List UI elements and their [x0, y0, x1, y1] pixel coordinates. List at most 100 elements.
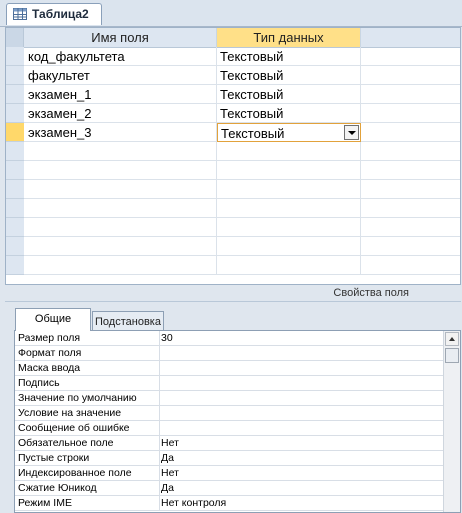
table-row[interactable]: экзамен_2 Текстовый	[6, 104, 460, 123]
row-selector[interactable]	[6, 199, 24, 218]
row-selector[interactable]	[6, 104, 24, 123]
property-value[interactable]: Да	[161, 481, 441, 496]
property-name: Размер поля	[18, 331, 160, 346]
field-name-cell[interactable]	[24, 237, 217, 256]
property-value[interactable]: Да	[161, 451, 441, 466]
field-name-cell[interactable]: экзамен_2	[24, 104, 217, 123]
data-type-cell[interactable]: Текстовый	[217, 85, 361, 104]
property-value[interactable]: Нет	[161, 466, 441, 481]
data-type-cell[interactable]	[217, 218, 361, 237]
property-value[interactable]	[161, 346, 441, 361]
field-name-cell[interactable]	[24, 142, 217, 161]
table-row[interactable]: экзамен_1 Текстовый	[6, 85, 460, 104]
description-cell[interactable]	[361, 161, 460, 180]
table-row[interactable]: факультет Текстовый	[6, 66, 460, 85]
property-name: Индексированное поле	[18, 466, 160, 481]
property-value[interactable]: 30	[161, 331, 441, 346]
data-type-cell[interactable]	[217, 237, 361, 256]
grid-corner[interactable]	[6, 28, 24, 47]
description-cell[interactable]	[361, 66, 460, 85]
property-row[interactable]: Обязательное поле Нет	[15, 436, 443, 451]
table-row-current[interactable]: экзамен_3 Текстовый	[6, 123, 460, 142]
field-name-cell[interactable]: экзамен_3	[24, 123, 217, 142]
field-name-cell[interactable]: факультет	[24, 66, 217, 85]
data-type-cell[interactable]	[217, 142, 361, 161]
row-selector[interactable]	[6, 180, 24, 199]
row-selector[interactable]	[6, 256, 24, 275]
property-row[interactable]: Маска ввода	[15, 361, 443, 376]
property-name: Режим IME	[18, 496, 160, 511]
property-row[interactable]: Индексированное поле Нет	[15, 466, 443, 481]
row-selector[interactable]	[6, 161, 24, 180]
description-cell[interactable]	[361, 123, 460, 142]
property-name: Значение по умолчанию	[18, 391, 160, 406]
description-cell[interactable]	[361, 180, 460, 199]
property-row[interactable]: Условие на значение	[15, 406, 443, 421]
field-name-cell[interactable]	[24, 218, 217, 237]
field-name-cell[interactable]	[24, 161, 217, 180]
row-selector[interactable]	[6, 66, 24, 85]
scroll-up-icon[interactable]	[445, 332, 459, 346]
description-cell[interactable]	[361, 142, 460, 161]
property-row[interactable]: Подпись	[15, 376, 443, 391]
property-value[interactable]	[161, 376, 441, 391]
document-tab[interactable]: Таблица2	[6, 3, 102, 25]
property-row[interactable]: Сжатие Юникод Да	[15, 481, 443, 496]
scroll-thumb[interactable]	[445, 348, 459, 363]
data-type-cell[interactable]	[217, 180, 361, 199]
vertical-scrollbar[interactable]	[443, 331, 460, 512]
empty-row[interactable]	[6, 256, 460, 275]
data-type-cell[interactable]: Текстовый	[217, 66, 361, 85]
description-cell[interactable]	[361, 218, 460, 237]
empty-row[interactable]	[6, 142, 460, 161]
description-cell[interactable]	[361, 104, 460, 123]
property-row[interactable]: Сообщение об ошибке	[15, 421, 443, 436]
column-header-field-name[interactable]: Имя поля	[24, 28, 217, 47]
property-row[interactable]: Размер поля 30	[15, 331, 443, 346]
tab-lookup[interactable]: Подстановка	[92, 311, 164, 331]
row-selector-current[interactable]	[6, 123, 24, 142]
property-value[interactable]	[161, 361, 441, 376]
field-properties-title: Свойства поля	[333, 287, 409, 299]
field-name-cell[interactable]	[24, 256, 217, 275]
data-type-cell[interactable]	[217, 256, 361, 275]
row-selector[interactable]	[6, 237, 24, 256]
empty-row[interactable]	[6, 161, 460, 180]
row-selector[interactable]	[6, 47, 24, 66]
empty-row[interactable]	[6, 237, 460, 256]
property-row[interactable]: Режим IME Нет контроля	[15, 496, 443, 511]
table-row[interactable]: код_факультета Текстовый	[6, 47, 460, 66]
field-name-cell[interactable]: код_факультета	[24, 47, 217, 66]
property-value[interactable]	[161, 421, 441, 436]
data-type-cell[interactable]	[217, 199, 361, 218]
property-value[interactable]	[161, 391, 441, 406]
property-row[interactable]: Значение по умолчанию	[15, 391, 443, 406]
description-cell[interactable]	[361, 256, 460, 275]
data-type-cell-active[interactable]: Текстовый	[217, 123, 361, 142]
description-cell[interactable]	[361, 237, 460, 256]
description-cell[interactable]	[361, 199, 460, 218]
row-selector[interactable]	[6, 85, 24, 104]
row-selector[interactable]	[6, 218, 24, 237]
empty-row[interactable]	[6, 218, 460, 237]
field-name-cell[interactable]: экзамен_1	[24, 85, 217, 104]
chevron-down-icon[interactable]	[344, 125, 359, 140]
property-name: Сжатие Юникод	[18, 481, 160, 496]
property-row[interactable]: Пустые строки Да	[15, 451, 443, 466]
field-name-cell[interactable]	[24, 180, 217, 199]
description-cell[interactable]	[361, 85, 460, 104]
data-type-cell[interactable]: Текстовый	[217, 47, 361, 66]
property-value[interactable]: Нет	[161, 436, 441, 451]
row-selector[interactable]	[6, 142, 24, 161]
field-name-cell[interactable]	[24, 199, 217, 218]
property-value[interactable]	[161, 406, 441, 421]
data-type-cell[interactable]	[217, 161, 361, 180]
empty-row[interactable]	[6, 180, 460, 199]
column-header-data-type[interactable]: Тип данных	[217, 28, 361, 47]
tab-general[interactable]: Общие	[15, 308, 91, 331]
description-cell[interactable]	[361, 47, 460, 66]
property-row[interactable]: Формат поля	[15, 346, 443, 361]
empty-row[interactable]	[6, 199, 460, 218]
data-type-cell[interactable]: Текстовый	[217, 104, 361, 123]
property-value[interactable]: Нет контроля	[161, 496, 441, 511]
